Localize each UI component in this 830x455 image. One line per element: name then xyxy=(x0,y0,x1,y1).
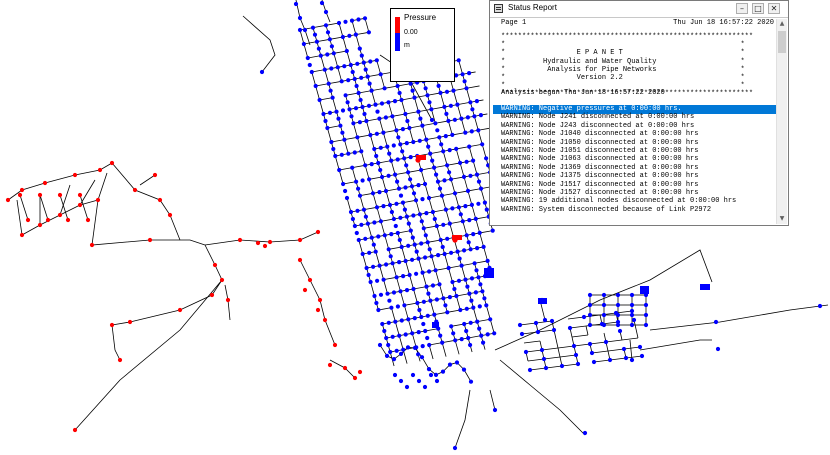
tank-marker xyxy=(700,284,710,290)
tank-marker xyxy=(452,235,462,240)
window-title: Status Report xyxy=(508,3,557,12)
report-date[interactable]: Thu Jun 18 16:57:22 2020 xyxy=(673,19,774,28)
close-button[interactable]: ✕ xyxy=(768,3,780,14)
pressure-legend[interactable]: Pressure 0.00 m xyxy=(390,8,455,82)
vertical-scrollbar[interactable]: ▲ ▼ xyxy=(776,19,787,224)
scroll-down-icon[interactable]: ▼ xyxy=(777,214,787,224)
tank-marker xyxy=(484,268,494,278)
legend-unit: m xyxy=(404,42,410,49)
scroll-up-icon[interactable]: ▲ xyxy=(777,19,787,29)
tank-marker xyxy=(432,322,439,328)
status-report-window[interactable]: Status Report – □ ✕ Page 1 Thu Jun 18 16:… xyxy=(489,0,789,226)
report-warning-line[interactable]: WARNING: System disconnected because of … xyxy=(501,206,711,215)
legend-threshold-value: 0.00 xyxy=(404,29,418,36)
report-page-label[interactable]: Page 1 xyxy=(501,19,526,28)
maximize-button[interactable]: □ xyxy=(752,3,764,14)
scroll-thumb[interactable] xyxy=(778,31,786,53)
report-text-area[interactable]: Page 1 Thu Jun 18 16:57:22 2020 **********… xyxy=(493,19,776,224)
report-icon xyxy=(494,4,503,13)
tank-marker xyxy=(538,298,547,304)
window-titlebar[interactable]: Status Report – □ ✕ xyxy=(490,1,788,18)
tank-marker xyxy=(416,155,426,160)
minimize-button[interactable]: – xyxy=(736,3,748,14)
tank-marker xyxy=(640,286,649,294)
report-analysis-begun[interactable]: Analysis begun Thu Jun 18 16:57:22 2020 xyxy=(501,89,665,98)
legend-title: Pressure xyxy=(404,13,437,22)
legend-color-low xyxy=(395,33,400,51)
legend-color-high xyxy=(395,17,400,33)
